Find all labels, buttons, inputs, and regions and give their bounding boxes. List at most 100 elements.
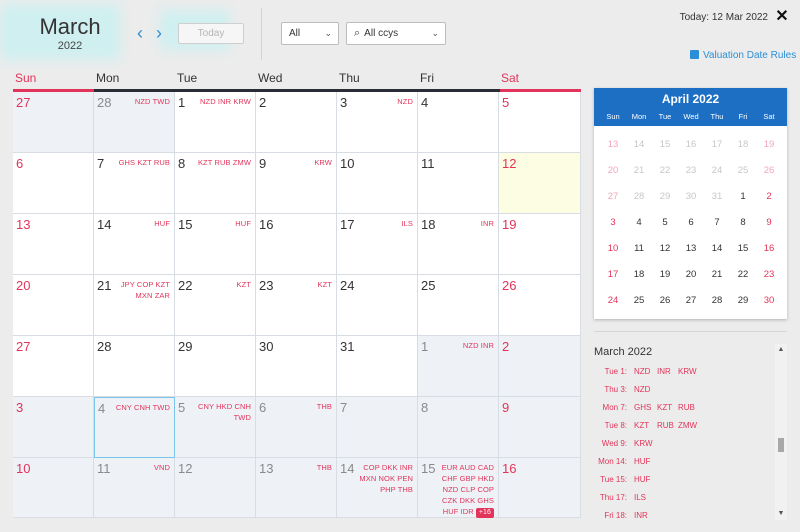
holiday-list-scrollbar[interactable]: ▲ ▼: [775, 344, 787, 520]
mini-day[interactable]: 7: [704, 217, 730, 228]
day-cell[interactable]: 28 NZD TWD: [94, 92, 175, 153]
mini-day[interactable]: 21: [704, 269, 730, 280]
day-cell[interactable]: 9: [499, 397, 581, 458]
mini-day[interactable]: 31: [704, 191, 730, 202]
day-cell[interactable]: 14 HUF: [94, 214, 175, 275]
day-cell[interactable]: 4 CNY CNH TWD: [94, 397, 175, 458]
day-cell[interactable]: 19: [499, 214, 581, 275]
mini-day[interactable]: 18: [730, 139, 756, 150]
day-cell[interactable]: 13 THB: [256, 458, 337, 518]
more-count-badge[interactable]: +16: [475, 508, 494, 518]
mini-day[interactable]: 3: [600, 217, 626, 228]
day-cell[interactable]: 4: [418, 92, 499, 153]
filter-select[interactable]: All ⌄: [281, 22, 339, 45]
mini-day[interactable]: 12: [652, 243, 678, 254]
day-cell[interactable]: 16: [499, 458, 581, 518]
day-cell[interactable]: 27: [13, 92, 94, 153]
day-cell[interactable]: 10: [13, 458, 94, 518]
day-cell[interactable]: 1 NZD INR KRW: [175, 92, 256, 153]
holiday-list-item[interactable]: Thu 17: ILS: [594, 493, 770, 507]
mini-day[interactable]: 26: [652, 295, 678, 306]
day-cell[interactable]: 6: [13, 153, 94, 214]
day-cell[interactable]: 20: [13, 275, 94, 336]
mini-day[interactable]: 11: [626, 243, 652, 254]
day-cell[interactable]: 6 THB: [256, 397, 337, 458]
day-cell[interactable]: 2: [256, 92, 337, 153]
mini-day[interactable]: 18: [626, 269, 652, 280]
day-cell[interactable]: 12: [499, 153, 581, 214]
day-cell[interactable]: 9 KRW: [256, 153, 337, 214]
mini-day[interactable]: 26: [756, 165, 782, 176]
holiday-list-item[interactable]: Mon 14: HUF: [594, 457, 770, 471]
day-cell[interactable]: 24: [337, 275, 418, 336]
valuation-date-rules-link[interactable]: Valuation Date Rules: [690, 50, 796, 61]
mini-calendar-title[interactable]: April 2022: [594, 92, 787, 106]
mini-day[interactable]: 13: [600, 139, 626, 150]
holiday-list-item[interactable]: Tue 1: NZD INR KRW: [594, 367, 770, 381]
mini-day[interactable]: 10: [600, 243, 626, 254]
mini-day[interactable]: 4: [626, 217, 652, 228]
mini-day[interactable]: 9: [756, 217, 782, 228]
holiday-list-item[interactable]: Tue 8: KZT RUB ZMW: [594, 421, 770, 435]
day-cell[interactable]: 17 ILS: [337, 214, 418, 275]
holiday-list-item[interactable]: Wed 9: KRW: [594, 439, 770, 453]
mini-day[interactable]: 16: [756, 243, 782, 254]
day-cell[interactable]: 14 COP DKK INR MXN NOK PEN PHP THB: [337, 458, 418, 518]
mini-day[interactable]: 15: [652, 139, 678, 150]
scroll-down-icon[interactable]: ▼: [775, 508, 787, 520]
day-cell[interactable]: 13: [13, 214, 94, 275]
day-cell[interactable]: 7: [337, 397, 418, 458]
holiday-list-item[interactable]: Tue 15: HUF: [594, 475, 770, 489]
mini-day[interactable]: 6: [678, 217, 704, 228]
day-cell[interactable]: 11 VND: [94, 458, 175, 518]
mini-day[interactable]: 15: [730, 243, 756, 254]
next-month-icon[interactable]: ›: [152, 24, 166, 42]
mini-day[interactable]: 25: [730, 165, 756, 176]
mini-day[interactable]: 20: [678, 269, 704, 280]
mini-day[interactable]: 20: [600, 165, 626, 176]
day-cell[interactable]: 25: [418, 275, 499, 336]
day-cell[interactable]: 8 KZT RUB ZMW: [175, 153, 256, 214]
day-cell[interactable]: 10: [337, 153, 418, 214]
currency-select[interactable]: ⌕ All ccys ⌄: [346, 22, 446, 45]
day-cell[interactable]: 3: [13, 397, 94, 458]
close-icon[interactable]: ✕: [773, 8, 791, 26]
mini-day[interactable]: 14: [704, 243, 730, 254]
mini-day[interactable]: 27: [600, 191, 626, 202]
day-cell[interactable]: 30: [256, 336, 337, 397]
mini-day[interactable]: 21: [626, 165, 652, 176]
today-button[interactable]: Today: [178, 23, 244, 44]
day-cell[interactable]: 29: [175, 336, 256, 397]
mini-day[interactable]: 28: [626, 191, 652, 202]
scroll-thumb[interactable]: [778, 438, 784, 452]
mini-day[interactable]: 25: [626, 295, 652, 306]
day-cell[interactable]: 2: [499, 336, 581, 397]
mini-day[interactable]: 29: [730, 295, 756, 306]
mini-day[interactable]: 22: [652, 165, 678, 176]
mini-day[interactable]: 24: [704, 165, 730, 176]
holiday-list-item[interactable]: Fri 18: INR: [594, 511, 770, 520]
day-cell[interactable]: 11: [418, 153, 499, 214]
day-cell[interactable]: 21 JPY COP KZT MXN ZAR: [94, 275, 175, 336]
mini-day[interactable]: 24: [600, 295, 626, 306]
day-cell[interactable]: 31: [337, 336, 418, 397]
day-cell[interactable]: 8: [418, 397, 499, 458]
day-cell[interactable]: 5: [499, 92, 581, 153]
mini-day[interactable]: 13: [678, 243, 704, 254]
day-cell[interactable]: 18 INR: [418, 214, 499, 275]
day-cell[interactable]: 28: [94, 336, 175, 397]
holiday-list-item[interactable]: Mon 7: GHS KZT RUB: [594, 403, 770, 417]
mini-day[interactable]: 5: [652, 217, 678, 228]
holiday-list-item[interactable]: Thu 3: NZD: [594, 385, 770, 399]
day-cell[interactable]: 23 KZT: [256, 275, 337, 336]
mini-day[interactable]: 29: [652, 191, 678, 202]
day-cell[interactable]: 1 NZD INR: [418, 336, 499, 397]
day-cell[interactable]: 3 NZD: [337, 92, 418, 153]
mini-day[interactable]: 30: [756, 295, 782, 306]
mini-day[interactable]: 22: [730, 269, 756, 280]
mini-day[interactable]: 30: [678, 191, 704, 202]
day-cell[interactable]: 12: [175, 458, 256, 518]
mini-day[interactable]: 17: [704, 139, 730, 150]
mini-day[interactable]: 17: [600, 269, 626, 280]
day-cell[interactable]: 5 CNY HKD CNH TWD: [175, 397, 256, 458]
